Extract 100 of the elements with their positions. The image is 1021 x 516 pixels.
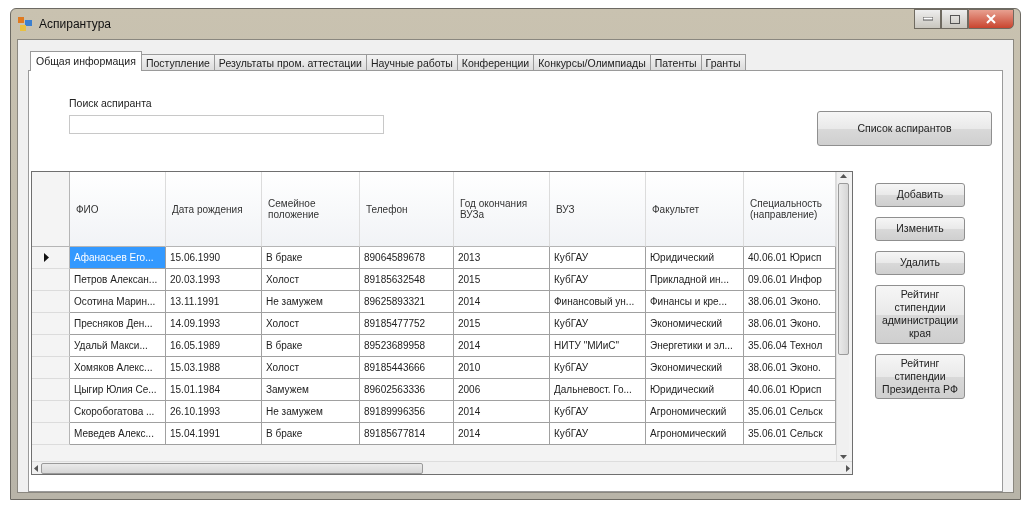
table-cell: Финансовый ун... [550, 291, 646, 313]
scroll-up-icon[interactable] [839, 172, 847, 179]
column-header[interactable]: ФИО [70, 172, 166, 247]
table-cell: 89185677814 [360, 423, 454, 445]
table-cell: 20.03.1993 [166, 269, 262, 291]
tab[interactable]: Научные работы [365, 54, 458, 71]
table-cell: 15.06.1990 [166, 247, 262, 269]
tab[interactable]: Патенты [649, 54, 702, 71]
table-cell: 09.06.01 Инфор [744, 269, 836, 291]
table-cell: Цыгир Юлия Се... [70, 379, 166, 401]
table-cell: Пресняков Ден... [70, 313, 166, 335]
tab[interactable]: Конкурсы/Олимпиады [533, 54, 651, 71]
column-header[interactable]: Год окончания ВУЗа [454, 172, 550, 247]
table-cell: Хомяков Алекс... [70, 357, 166, 379]
table-cell: Юридический [646, 247, 744, 269]
action-button[interactable]: Добавить [875, 183, 965, 207]
table-cell: 35.06.04 Технол [744, 335, 836, 357]
action-button[interactable]: Удалить [875, 251, 965, 275]
scroll-right-icon[interactable] [845, 464, 852, 472]
table-cell: 2014 [454, 423, 550, 445]
table-cell: 38.06.01 Эконо. [744, 357, 836, 379]
table-cell: НИТУ "МИиС" [550, 335, 646, 357]
table-cell: Холост [262, 357, 360, 379]
table-cell: 89185632548 [360, 269, 454, 291]
column-header[interactable]: Факультет [646, 172, 744, 247]
table-cell: 16.05.1989 [166, 335, 262, 357]
vertical-scrollbar[interactable] [836, 172, 849, 461]
column-header[interactable]: Телефон [360, 172, 454, 247]
column-header[interactable]: Дата рождения [166, 172, 262, 247]
maximize-button[interactable] [941, 9, 968, 29]
table-cell: 26.10.1993 [166, 401, 262, 423]
table-cell: 2006 [454, 379, 550, 401]
horizontal-scrollbar[interactable] [32, 461, 852, 474]
table-cell: 35.06.01 Сельск [744, 423, 836, 445]
action-button[interactable]: Рейтинг стипендии Президента РФ [875, 353, 965, 399]
table-cell: 35.06.01 Сельск [744, 401, 836, 423]
table-cell: КубГАУ [550, 423, 646, 445]
table-cell: Осотина Марин... [70, 291, 166, 313]
table-cell: КубГАУ [550, 269, 646, 291]
table-cell: Агрономический [646, 423, 744, 445]
tab[interactable]: Гранты [700, 54, 746, 71]
tab[interactable]: Общая информация [30, 51, 142, 71]
column-header[interactable]: ВУЗ [550, 172, 646, 247]
tab[interactable]: Поступление [140, 54, 215, 71]
table-cell: Экономический [646, 313, 744, 335]
maximize-icon [949, 14, 960, 24]
table-cell: В браке [262, 335, 360, 357]
table-cell: Меведев Алекс... [70, 423, 166, 445]
action-button[interactable]: Изменить [875, 217, 965, 241]
close-button[interactable] [968, 9, 1014, 29]
table-cell: КубГАУ [550, 357, 646, 379]
table-cell: КубГАУ [550, 247, 646, 269]
action-button[interactable]: Рейтинг стипендии администрации края [875, 285, 965, 344]
column-header[interactable]: Семейное положение [262, 172, 360, 247]
table-cell: 40.06.01 Юрисп [744, 379, 836, 401]
column-header[interactable]: Специальность (направление) [744, 172, 836, 247]
table-cell: 89064589678 [360, 247, 454, 269]
table-cell: Юридический [646, 379, 744, 401]
table-cell: 14.09.1993 [166, 313, 262, 335]
table-cell: В браке [262, 423, 360, 445]
table-cell: 13.11.1991 [166, 291, 262, 313]
tab[interactable]: Конференции [456, 54, 535, 71]
scroll-left-icon[interactable] [32, 464, 39, 472]
table-cell: Афанасьев Его... [70, 247, 166, 269]
table-cell: Не замужем [262, 291, 360, 313]
table-cell: В браке [262, 247, 360, 269]
table-cell: Энергетики и эл... [646, 335, 744, 357]
table-cell: 2015 [454, 313, 550, 335]
table-cell: 2014 [454, 335, 550, 357]
table-cell: 40.06.01 Юрисп [744, 247, 836, 269]
tab[interactable]: Результаты пром. аттестации [213, 54, 367, 71]
window-title: Аспирантура [39, 17, 112, 31]
table-cell: Прикладной ин... [646, 269, 744, 291]
app-icon [17, 16, 33, 32]
table-cell: 15.03.1988 [166, 357, 262, 379]
table-cell: Замужем [262, 379, 360, 401]
list-button[interactable]: Список аспирантов [817, 111, 992, 146]
table-cell: 89189996356 [360, 401, 454, 423]
table-cell: 15.04.1991 [166, 423, 262, 445]
search-label: Поиск аспиранта [69, 97, 153, 109]
table-cell: 15.01.1984 [166, 379, 262, 401]
table-cell: Скоробогатова ... [70, 401, 166, 423]
table-cell: Холост [262, 269, 360, 291]
row-header[interactable] [32, 247, 70, 269]
close-icon [986, 14, 996, 24]
table-cell: 89602563336 [360, 379, 454, 401]
table-cell: 38.06.01 Эконо. [744, 313, 836, 335]
table-cell: 89625893321 [360, 291, 454, 313]
table-cell: 2013 [454, 247, 550, 269]
search-field[interactable] [69, 115, 384, 134]
table-cell: КубГАУ [550, 401, 646, 423]
table-cell: Агрономический [646, 401, 744, 423]
table-cell: 89523689958 [360, 335, 454, 357]
table-cell: Холост [262, 313, 360, 335]
table-cell: КубГАУ [550, 313, 646, 335]
minimize-icon [922, 17, 933, 21]
table-cell: 2015 [454, 269, 550, 291]
minimize-button[interactable] [914, 9, 941, 29]
table-cell: 89185477752 [360, 313, 454, 335]
table-cell: Удальй Макси... [70, 335, 166, 357]
